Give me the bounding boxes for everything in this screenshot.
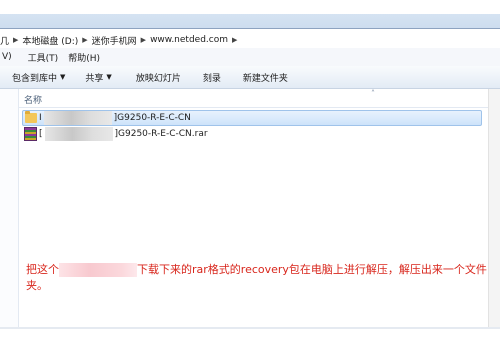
breadcrumb-separator-icon[interactable]: ▶ [13,36,18,44]
winrar-archive-icon [24,127,37,141]
breadcrumb-folder[interactable]: 迷你手机网 [92,34,137,47]
breadcrumb-current[interactable]: www.netded.com [150,35,228,45]
slideshow-button[interactable]: 放映幻灯片 [136,71,181,84]
breadcrumb-root[interactable]: 几 [0,34,9,47]
breadcrumb-drive-d[interactable]: 本地磁盘 (D:) [22,34,78,47]
column-header-name[interactable]: 名称 ˄ [18,89,488,108]
menu-bar: V) 工具(T) 帮助(H) [0,48,500,67]
file-row-folder[interactable]: I ]G9250-R-E-C-CN [22,110,482,126]
redacted-highlight [59,263,137,277]
burn-button[interactable]: 刻录 [203,71,221,84]
redacted-name-block [43,111,112,125]
menu-view[interactable]: V) [2,52,12,62]
share-button[interactable]: 共享 ▼ [85,71,111,84]
dropdown-caret-icon: ▼ [106,73,112,81]
sort-arrow-icon: ˄ [371,89,375,98]
new-folder-button[interactable]: 新建文件夹 [243,71,288,84]
file-row-rar[interactable]: [ ]G9250-R-E-C-CN.rar [22,127,208,141]
navigation-pane [0,89,19,327]
breadcrumb-separator-icon[interactable]: ▶ [82,36,87,44]
menu-help[interactable]: 帮助(H) [68,51,100,64]
status-divider [0,327,500,329]
command-toolbar: 包含到库中 ▼ 共享 ▼ 放映幻灯片 刻录 新建文件夹 [0,66,500,89]
breadcrumb-separator-icon[interactable]: ▶ [232,36,237,44]
dropdown-caret-icon: ▼ [60,73,66,81]
redacted-name-block [44,127,113,141]
instruction-text: 把这个 下载下来的rar格式的recovery包在电脑上进行解压，解压出来一个文件… [26,263,487,292]
include-in-library-button[interactable]: 包含到库中 ▼ [12,71,65,84]
folder-icon [25,111,37,123]
breadcrumb-separator-icon[interactable]: ▶ [141,36,146,44]
menu-tools[interactable]: 工具(T) [28,51,59,64]
address-bar: 几 ▶ 本地磁盘 (D:) ▶ 迷你手机网 ▶ www.netded.com ▶ [0,14,500,52]
